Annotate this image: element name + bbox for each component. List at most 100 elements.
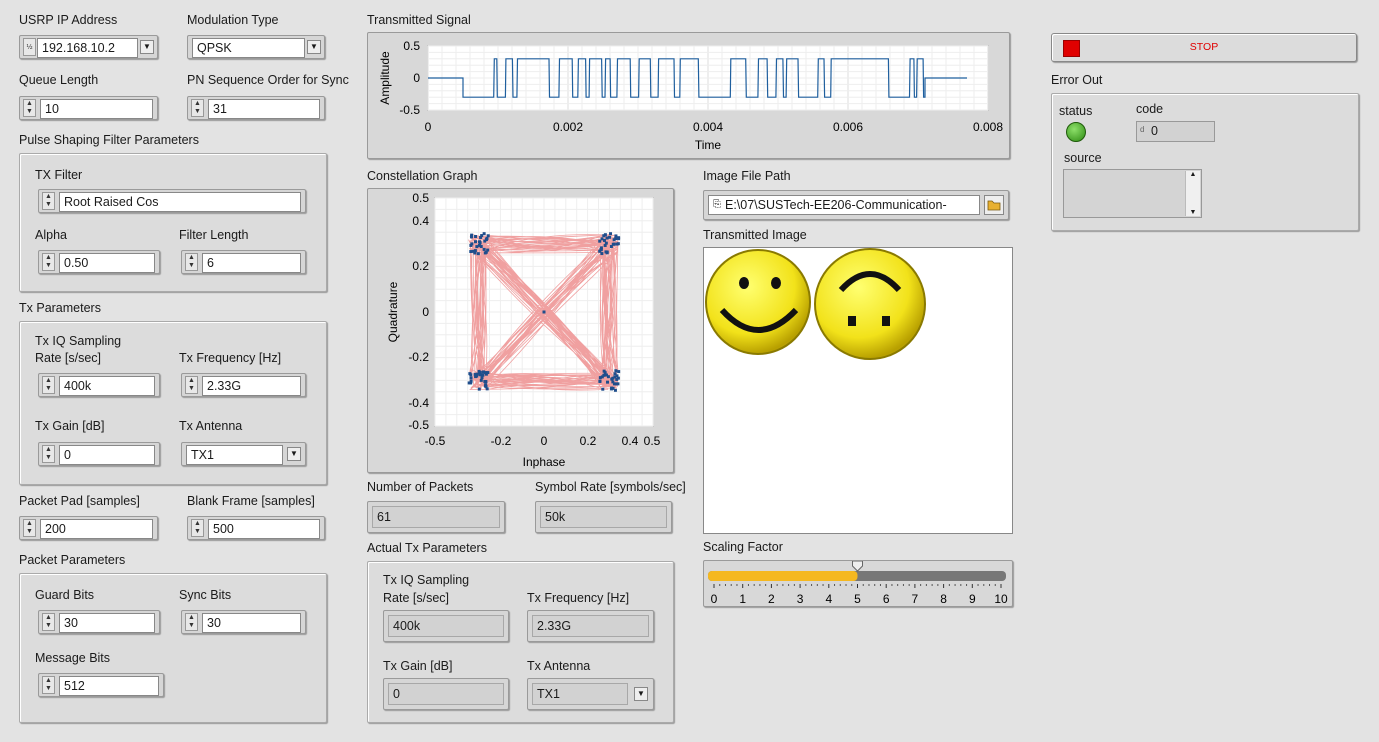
- source-textbox[interactable]: ▲ ▼: [1063, 169, 1202, 218]
- spinner-icon[interactable]: ▲ ▼: [42, 445, 55, 463]
- spinner-icon[interactable]: ▲ ▼: [42, 676, 55, 694]
- transmitted-signal-graph[interactable]: 0.5 0 -0.5 0 0.002 0.004 0.006 0.008 Tim…: [367, 32, 1010, 159]
- spinner-icon[interactable]: ▲ ▼: [23, 519, 36, 537]
- message-bits-field[interactable]: 512: [59, 676, 159, 696]
- constellation-ytick: 0.2: [412, 259, 429, 273]
- spinner-icon[interactable]: ▲ ▼: [185, 613, 198, 631]
- slider-tick-label: 2: [768, 592, 775, 606]
- constellation-point: [485, 236, 489, 240]
- signal-xtick: 0.004: [693, 120, 723, 134]
- sync-bits-control[interactable]: ▲ ▼ 30: [181, 610, 306, 634]
- stop-button[interactable]: STOP: [1051, 33, 1357, 62]
- image-path-label: Image File Path: [703, 169, 791, 183]
- usrp-ip-label: USRP IP Address: [19, 13, 118, 27]
- tx-gain-control[interactable]: ▲ ▼ 0: [38, 442, 160, 466]
- packet-pad-field[interactable]: 200: [40, 519, 153, 539]
- tx-frequency-field[interactable]: 2.33G: [202, 376, 301, 396]
- browse-button[interactable]: [984, 195, 1004, 215]
- source-scrollbar[interactable]: ▲ ▼: [1185, 171, 1200, 216]
- num-packets-indicator: 61: [367, 501, 505, 533]
- alpha-field[interactable]: 0.50: [59, 253, 155, 273]
- pulse-shaping-label: Pulse Shaping Filter Parameters: [19, 133, 199, 147]
- tx-filter-field[interactable]: Root Raised Cos: [59, 192, 301, 212]
- guard-bits-field[interactable]: 30: [59, 613, 155, 633]
- spinner-icon[interactable]: ▲ ▼: [191, 99, 204, 117]
- message-bits-control[interactable]: ▲ ▼ 512: [38, 673, 164, 697]
- actual-gain-label: Tx Gain [dB]: [383, 659, 453, 673]
- packet-pad-label: Packet Pad [samples]: [19, 494, 140, 508]
- actual-frequency-label: Tx Frequency [Hz]: [527, 591, 630, 605]
- tx-frequency-control[interactable]: ▲ ▼ 2.33G: [181, 373, 306, 397]
- guard-bits-control[interactable]: ▲ ▼ 30: [38, 610, 160, 634]
- slider-tick-label: 10: [994, 592, 1008, 606]
- queue-length-field[interactable]: 10: [40, 99, 153, 119]
- tx-gain-field[interactable]: 0: [59, 445, 155, 465]
- tx-filter-control[interactable]: ▲ ▼ Root Raised Cos: [38, 189, 306, 213]
- spinner-icon[interactable]: ▲ ▼: [23, 99, 36, 117]
- actual-tx-label: Actual Tx Parameters: [367, 541, 487, 555]
- constellation-point: [617, 236, 621, 240]
- blank-frame-field[interactable]: 500: [208, 519, 320, 539]
- constellation-xtick: 0.5: [644, 434, 661, 448]
- signal-ylabel: Amplitude: [378, 51, 392, 105]
- slider-tick-label: 0: [711, 592, 718, 606]
- spinner-icon[interactable]: ▲ ▼: [42, 192, 55, 210]
- blank-frame-control[interactable]: ▲ ▼ 500: [187, 516, 325, 540]
- chevron-down-icon[interactable]: ▼: [287, 447, 301, 461]
- modulation-type-select[interactable]: QPSK ▼: [187, 35, 325, 59]
- constellation-plot: 0.5 0.4 0.2 0 -0.2 -0.4 -0.5 -0.5 -0.2 0…: [386, 191, 661, 469]
- transmitted-image-label: Transmitted Image: [703, 228, 807, 242]
- pn-order-label: PN Sequence Order for Sync: [187, 73, 349, 87]
- pn-order-field[interactable]: 31: [208, 99, 320, 119]
- signal-ytick: 0: [413, 71, 420, 85]
- slider-fill: [708, 571, 858, 581]
- error-out-cluster: status code d 0 source ▲ ▼: [1051, 93, 1359, 231]
- sync-bits-field[interactable]: 30: [202, 613, 301, 633]
- packet-parameters-cluster: Guard Bits ▲ ▼ 30 Sync Bits ▲ ▼ 30 Message…: [19, 573, 327, 723]
- constellation-point: [486, 234, 490, 238]
- num-packets-label: Number of Packets: [367, 480, 474, 494]
- alpha-control[interactable]: ▲ ▼ 0.50: [38, 250, 160, 274]
- constellation-point: [469, 373, 473, 377]
- constellation-point: [474, 240, 478, 244]
- constellation-ytick: -0.4: [408, 396, 429, 410]
- chevron-down-icon[interactable]: ▼: [307, 40, 321, 54]
- packet-parameters-label: Packet Parameters: [19, 553, 126, 567]
- spinner-icon[interactable]: ▲ ▼: [42, 253, 55, 271]
- filter-length-control[interactable]: ▲ ▼ 6: [181, 250, 306, 274]
- scaling-factor-slider[interactable]: 0 1 2 3 4 5 6 7 8 9 10: [703, 560, 1013, 607]
- spinner-icon[interactable]: ▲ ▼: [191, 519, 204, 537]
- tx-iq-rate-control[interactable]: ▲ ▼ 400k: [38, 373, 160, 397]
- spinner-icon[interactable]: ▲ ▼: [185, 376, 198, 394]
- constellation-point: [484, 383, 488, 387]
- usrp-ip-control[interactable]: ½ 192.168.10.2 ▼: [19, 35, 158, 59]
- tx-antenna-select[interactable]: TX1 ▼: [181, 442, 306, 466]
- usrp-ip-field[interactable]: 192.168.10.2: [37, 38, 138, 58]
- guard-bits-label: Guard Bits: [35, 588, 95, 602]
- signal-ytick: 0.5: [403, 39, 420, 53]
- actual-antenna-value: TX1: [532, 683, 628, 705]
- pn-order-control[interactable]: ▲ ▼ 31: [187, 96, 325, 120]
- image-path-field[interactable]: E:\07\SUSTech-EE206-Communication-: [708, 195, 980, 215]
- chevron-down-icon[interactable]: ▼: [140, 40, 154, 54]
- spinner-icon[interactable]: ▲ ▼: [42, 376, 55, 394]
- slider-tick-label: 3: [797, 592, 804, 606]
- spinner-icon[interactable]: ▲ ▼: [185, 253, 198, 271]
- filter-length-field[interactable]: 6: [202, 253, 301, 273]
- constellation-point: [481, 370, 485, 374]
- constellation-ytick: 0.4: [412, 214, 429, 228]
- actual-antenna-indicator: TX1 ▼: [527, 678, 654, 710]
- constellation-graph[interactable]: 0.5 0.4 0.2 0 -0.2 -0.4 -0.5 -0.5 -0.2 0…: [367, 188, 674, 473]
- constellation-point: [604, 241, 608, 245]
- signal-xtick: 0: [425, 120, 432, 134]
- constellation-point: [615, 374, 619, 378]
- actual-frequency-indicator: 2.33G: [527, 610, 654, 642]
- tx-iq-rate-field[interactable]: 400k: [59, 376, 155, 396]
- signal-xlabel: Time: [695, 138, 722, 152]
- stop-label: STOP: [1189, 41, 1219, 53]
- image-path-control[interactable]: E:\07\SUSTech-EE206-Communication- ⎘: [703, 190, 1009, 220]
- queue-length-control[interactable]: ▲ ▼ 10: [19, 96, 158, 120]
- constellation-point: [604, 373, 608, 377]
- packet-pad-control[interactable]: ▲ ▼ 200: [19, 516, 158, 540]
- spinner-icon[interactable]: ▲ ▼: [42, 613, 55, 631]
